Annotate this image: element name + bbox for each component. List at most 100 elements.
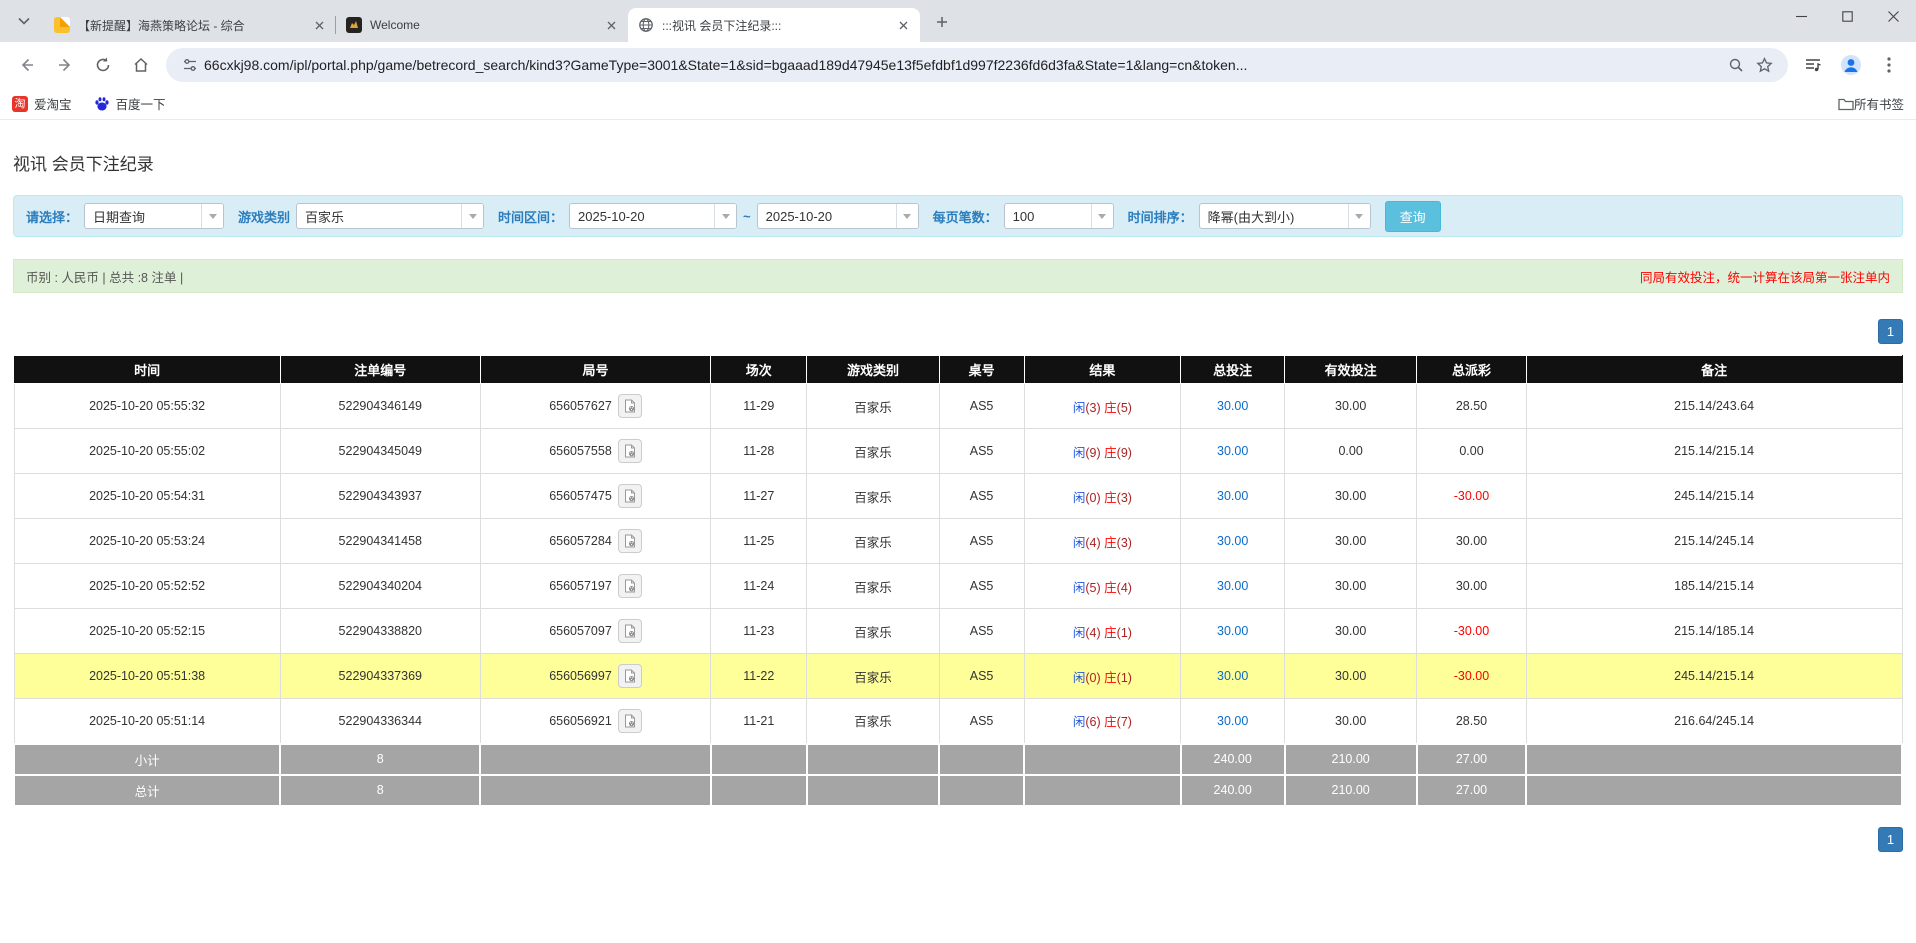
all-bookmarks-button[interactable]: 所有书签 — [1838, 94, 1904, 113]
chevron-down-icon[interactable] — [896, 204, 918, 228]
cell-game-type: 百家乐 — [807, 384, 939, 429]
table-row[interactable]: 2025-10-20 05:52:15 522904338820 6560570… — [14, 609, 1902, 654]
cell-round-no: 656056997 — [480, 654, 710, 699]
player-points: (3) — [1085, 401, 1100, 415]
cell-total-bet: 30.00 — [1181, 429, 1285, 474]
table-row[interactable]: 2025-10-20 05:52:52 522904340204 6560571… — [14, 564, 1902, 609]
page-size-select[interactable]: 100 — [1004, 203, 1114, 229]
bookmark-taobao[interactable]: 淘 爱淘宝 — [12, 94, 72, 113]
date-to-select[interactable]: 2025-10-20 — [757, 203, 919, 229]
tab-close-icon[interactable] — [894, 16, 912, 34]
site-settings-icon[interactable] — [176, 51, 204, 79]
cell-remark: 215.14/245.14 — [1526, 519, 1902, 564]
bookmark-star-icon[interactable] — [1750, 51, 1778, 79]
query-type-value: 日期查询 — [85, 204, 201, 228]
query-button[interactable]: 查询 — [1385, 201, 1441, 232]
player-label: 闲 — [1073, 536, 1086, 550]
zoom-page-icon[interactable] — [1722, 51, 1750, 79]
cell-game-type: 百家乐 — [807, 429, 939, 474]
sort-select[interactable]: 降幂(由大到小) — [1199, 203, 1371, 229]
table-row[interactable]: 2025-10-20 05:51:14 522904336344 6560569… — [14, 699, 1902, 744]
video-replay-icon[interactable] — [618, 619, 642, 643]
page-title: 视讯 会员下注纪录 — [13, 150, 1903, 175]
tab-close-icon[interactable] — [310, 16, 328, 34]
tab-title: 【新提醒】海燕策略论坛 - 综合 — [78, 17, 310, 34]
video-replay-icon[interactable] — [618, 439, 642, 463]
cell-payout: 0.00 — [1417, 429, 1527, 474]
tab-welcome[interactable]: Welcome — [336, 8, 628, 42]
reload-button[interactable] — [86, 48, 120, 82]
total-bet-link[interactable]: 30.00 — [1217, 624, 1248, 638]
player-label: 闲 — [1073, 446, 1086, 460]
tab-search-chevron-icon[interactable] — [10, 7, 38, 35]
date-from-select[interactable]: 2025-10-20 — [569, 203, 737, 229]
cell-session: 11-25 — [711, 519, 807, 564]
banker-label: 庄 — [1104, 626, 1117, 640]
tab-close-icon[interactable] — [602, 16, 620, 34]
round-no-text: 656057284 — [549, 534, 612, 548]
url-bar[interactable]: 66cxkj98.com/ipl/portal.php/game/betreco… — [166, 48, 1788, 82]
page-1-button[interactable]: 1 — [1878, 827, 1903, 852]
bookmark-label: 爱淘宝 — [34, 94, 72, 113]
cell-remark: 185.14/215.14 — [1526, 564, 1902, 609]
chevron-down-icon[interactable] — [201, 204, 223, 228]
table-row[interactable]: 2025-10-20 05:54:31 522904343937 6560574… — [14, 474, 1902, 519]
cell-result: 闲(3) 庄(5) — [1024, 384, 1181, 429]
video-replay-icon[interactable] — [618, 394, 642, 418]
video-replay-icon[interactable] — [618, 529, 642, 553]
home-button[interactable] — [124, 48, 158, 82]
total-bet-link[interactable]: 30.00 — [1217, 579, 1248, 593]
page-size-value: 100 — [1005, 204, 1091, 228]
cell-table-no: AS5 — [939, 429, 1024, 474]
cell-session: 11-22 — [711, 654, 807, 699]
video-replay-icon[interactable] — [618, 709, 642, 733]
round-no-text: 656057097 — [549, 624, 612, 638]
video-replay-icon[interactable] — [618, 664, 642, 688]
cell-result: 闲(9) 庄(9) — [1024, 429, 1181, 474]
chevron-down-icon[interactable] — [714, 204, 736, 228]
tab-forum[interactable]: 【新提醒】海燕策略论坛 - 综合 — [44, 8, 336, 42]
cell-remark: 245.14/215.14 — [1526, 474, 1902, 519]
page-content: 视讯 会员下注纪录 请选择： 日期查询 游戏类别 百家乐 时间区间： 2025-… — [0, 150, 1916, 852]
back-button[interactable] — [10, 48, 44, 82]
banker-label: 庄 — [1104, 446, 1117, 460]
pagination-bottom: 1 — [13, 827, 1903, 852]
total-bet-link[interactable]: 30.00 — [1217, 714, 1248, 728]
minimize-button[interactable] — [1778, 0, 1824, 32]
col-time: 时间 — [14, 356, 280, 384]
tab-bet-records[interactable]: :::视讯 会员下注纪录::: — [628, 8, 920, 42]
chevron-down-icon[interactable] — [1091, 204, 1113, 228]
cell-total-bet: 30.00 — [1181, 564, 1285, 609]
total-bet-link[interactable]: 30.00 — [1217, 399, 1248, 413]
total-bet-link[interactable]: 30.00 — [1217, 534, 1248, 548]
game-type-select[interactable]: 百家乐 — [296, 203, 484, 229]
table-row[interactable]: 2025-10-20 05:53:24 522904341458 6560572… — [14, 519, 1902, 564]
video-replay-icon[interactable] — [618, 574, 642, 598]
forward-button[interactable] — [48, 48, 82, 82]
maximize-button[interactable] — [1824, 0, 1870, 32]
taobao-icon: 淘 — [12, 96, 28, 112]
profile-avatar[interactable] — [1834, 48, 1868, 82]
media-controls-icon[interactable] — [1796, 48, 1830, 82]
total-bet-link[interactable]: 30.00 — [1217, 489, 1248, 503]
cell-valid-bet: 30.00 — [1285, 519, 1417, 564]
table-row[interactable]: 2025-10-20 05:55:32 522904346149 6560576… — [14, 384, 1902, 429]
menu-kebab-icon[interactable] — [1872, 48, 1906, 82]
query-type-select[interactable]: 日期查询 — [84, 203, 224, 229]
new-tab-button[interactable] — [928, 8, 956, 36]
bookmark-baidu[interactable]: 百度一下 — [94, 94, 166, 113]
video-replay-icon[interactable] — [618, 484, 642, 508]
close-window-button[interactable] — [1870, 0, 1916, 32]
cell-table-no: AS5 — [939, 474, 1024, 519]
total-bet-link[interactable]: 30.00 — [1217, 444, 1248, 458]
cell-time: 2025-10-20 05:52:52 — [14, 564, 280, 609]
cell-payout: 30.00 — [1417, 519, 1527, 564]
total-bet-link[interactable]: 30.00 — [1217, 669, 1248, 683]
chevron-down-icon[interactable] — [461, 204, 483, 228]
table-row[interactable]: 2025-10-20 05:55:02 522904345049 6560575… — [14, 429, 1902, 474]
table-row[interactable]: 2025-10-20 05:51:38 522904337369 6560569… — [14, 654, 1902, 699]
cell-remark: 215.14/215.14 — [1526, 429, 1902, 474]
page-1-button[interactable]: 1 — [1878, 319, 1903, 344]
chevron-down-icon[interactable] — [1348, 204, 1370, 228]
cell-remark: 215.14/185.14 — [1526, 609, 1902, 654]
